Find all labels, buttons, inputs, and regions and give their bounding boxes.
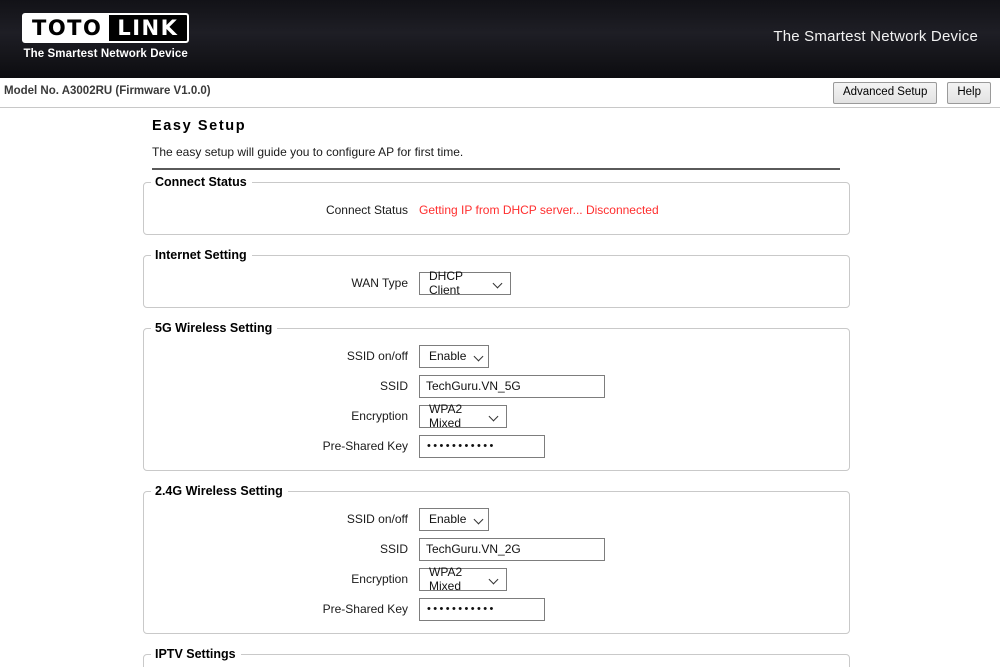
encryption-label-24g: Encryption [351,572,408,586]
row-5g-ssid-onoff: SSID on/off Enable [144,343,849,369]
ssid-input-24g[interactable] [419,537,605,561]
row-24g-encryption: Encryption WPA2 Mixed [144,565,849,593]
ssid-onoff-select-5g[interactable]: Enable [419,344,489,368]
help-button[interactable]: Help [947,82,991,104]
app-header: TOTO LINK The Smartest Network Device Th… [0,0,1000,78]
header-title: The Smartest Network Device [773,28,978,45]
logo-tagline: The Smartest Network Device [23,48,188,60]
wireless-24g-legend: 2.4G Wireless Setting [155,484,283,498]
ssid-onoff-select-24g[interactable]: Enable [419,507,489,531]
wireless-5g-rows: SSID on/off Enable SSID Encrypti [144,335,849,470]
connect-status-rows: Connect Status Getting IP from DHCP serv… [144,189,849,234]
wan-type-select[interactable]: DHCP Client [419,269,511,297]
chevron-down-icon [475,515,484,524]
settings-sections: Connect Status Connect Status Getting IP… [143,175,850,667]
chevron-down-icon [490,412,499,421]
ssid-field-5g [419,374,605,398]
ssid-onoff-field-5g: Enable [419,344,489,368]
logo-box: TOTO LINK [22,13,190,43]
chevron-down-icon [490,575,499,584]
ssid-label-5g: SSID [379,379,408,393]
wan-type-label: WAN Type [351,276,408,290]
iptv-settings-rows: IPTV On/Off Disable [144,661,849,667]
wireless-5g-section: 5G Wireless Setting SSID on/off Enable S… [143,321,850,471]
connect-status-value: Getting IP from DHCP server... Disconnec… [419,203,659,217]
logo-primary-text: TOTO [24,15,110,41]
row-5g-psk: Pre-Shared Key ••••••••••• [144,433,849,459]
connect-status-legend: Connect Status [155,175,247,189]
psk-field-5g: ••••••••••• [419,434,545,458]
ssid-field-24g [419,537,605,561]
wireless-5g-legend: 5G Wireless Setting [155,321,273,335]
brand-logo: TOTO LINK The Smartest Network Device [22,13,190,60]
row-connect-status: Connect Status Getting IP from DHCP serv… [144,197,849,223]
psk-input-24g[interactable]: ••••••••••• [419,597,545,621]
row-24g-ssid-onoff: SSID on/off Enable [144,506,849,532]
page-description: The easy setup will guide you to configu… [152,145,464,159]
psk-label-5g: Pre-Shared Key [322,439,408,453]
row-24g-psk: Pre-Shared Key ••••••••••• [144,596,849,622]
wireless-24g-rows: SSID on/off Enable SSID Encrypti [144,498,849,633]
wireless-24g-section: 2.4G Wireless Setting SSID on/off Enable… [143,484,850,634]
page-title: Easy Setup [152,118,247,134]
internet-setting-rows: WAN Type DHCP Client [144,262,849,307]
encryption-select-24g[interactable]: WPA2 Mixed [419,565,507,593]
chevron-down-icon [475,352,484,361]
sub-header-buttons: Advanced Setup Help [832,82,991,104]
psk-label-24g: Pre-Shared Key [322,602,408,616]
encryption-field-5g: WPA2 Mixed [419,402,507,430]
encryption-field-24g: WPA2 Mixed [419,565,507,593]
row-5g-ssid: SSID [144,373,849,399]
row-wan-type: WAN Type DHCP Client [144,269,849,297]
internet-setting-section: Internet Setting WAN Type DHCP Client [143,248,850,308]
row-24g-ssid: SSID [144,536,849,562]
ssid-label-24g: SSID [379,542,408,556]
psk-input-5g[interactable]: ••••••••••• [419,434,545,458]
ssid-input-5g[interactable] [419,374,605,398]
wan-type-field: DHCP Client [419,269,511,297]
ssid-onoff-label-5g: SSID on/off [346,349,408,363]
iptv-settings-section: IPTV Settings IPTV On/Off Disable [143,647,850,667]
title-divider [152,168,840,170]
logo-secondary-text: LINK [109,15,188,41]
connect-status-label: Connect Status [325,203,408,217]
connect-status-field: Getting IP from DHCP server... Disconnec… [419,203,659,217]
iptv-settings-legend: IPTV Settings [155,647,236,661]
chevron-down-icon [494,279,503,288]
encryption-selected-value-24g: WPA2 Mixed [429,565,463,593]
psk-field-24g: ••••••••••• [419,597,545,621]
ssid-onoff-label-24g: SSID on/off [346,512,408,526]
advanced-setup-button[interactable]: Advanced Setup [832,82,938,104]
sub-header-bar: Model No. A3002RU (Firmware V1.0.0) Adva… [0,78,1000,108]
connect-status-section: Connect Status Connect Status Getting IP… [143,175,850,235]
encryption-selected-value-5g: WPA2 Mixed [429,402,463,430]
model-info-text: Model No. A3002RU (Firmware V1.0.0) [4,85,211,97]
ssid-onoff-field-24g: Enable [419,507,489,531]
ssid-onoff-selected-value-5g: Enable [429,349,467,363]
ssid-onoff-selected-value-24g: Enable [429,512,467,526]
encryption-select-5g[interactable]: WPA2 Mixed [419,402,507,430]
internet-setting-legend: Internet Setting [155,248,247,262]
encryption-label-5g: Encryption [351,409,408,423]
wan-type-selected-value: DHCP Client [429,269,463,297]
row-5g-encryption: Encryption WPA2 Mixed [144,402,849,430]
